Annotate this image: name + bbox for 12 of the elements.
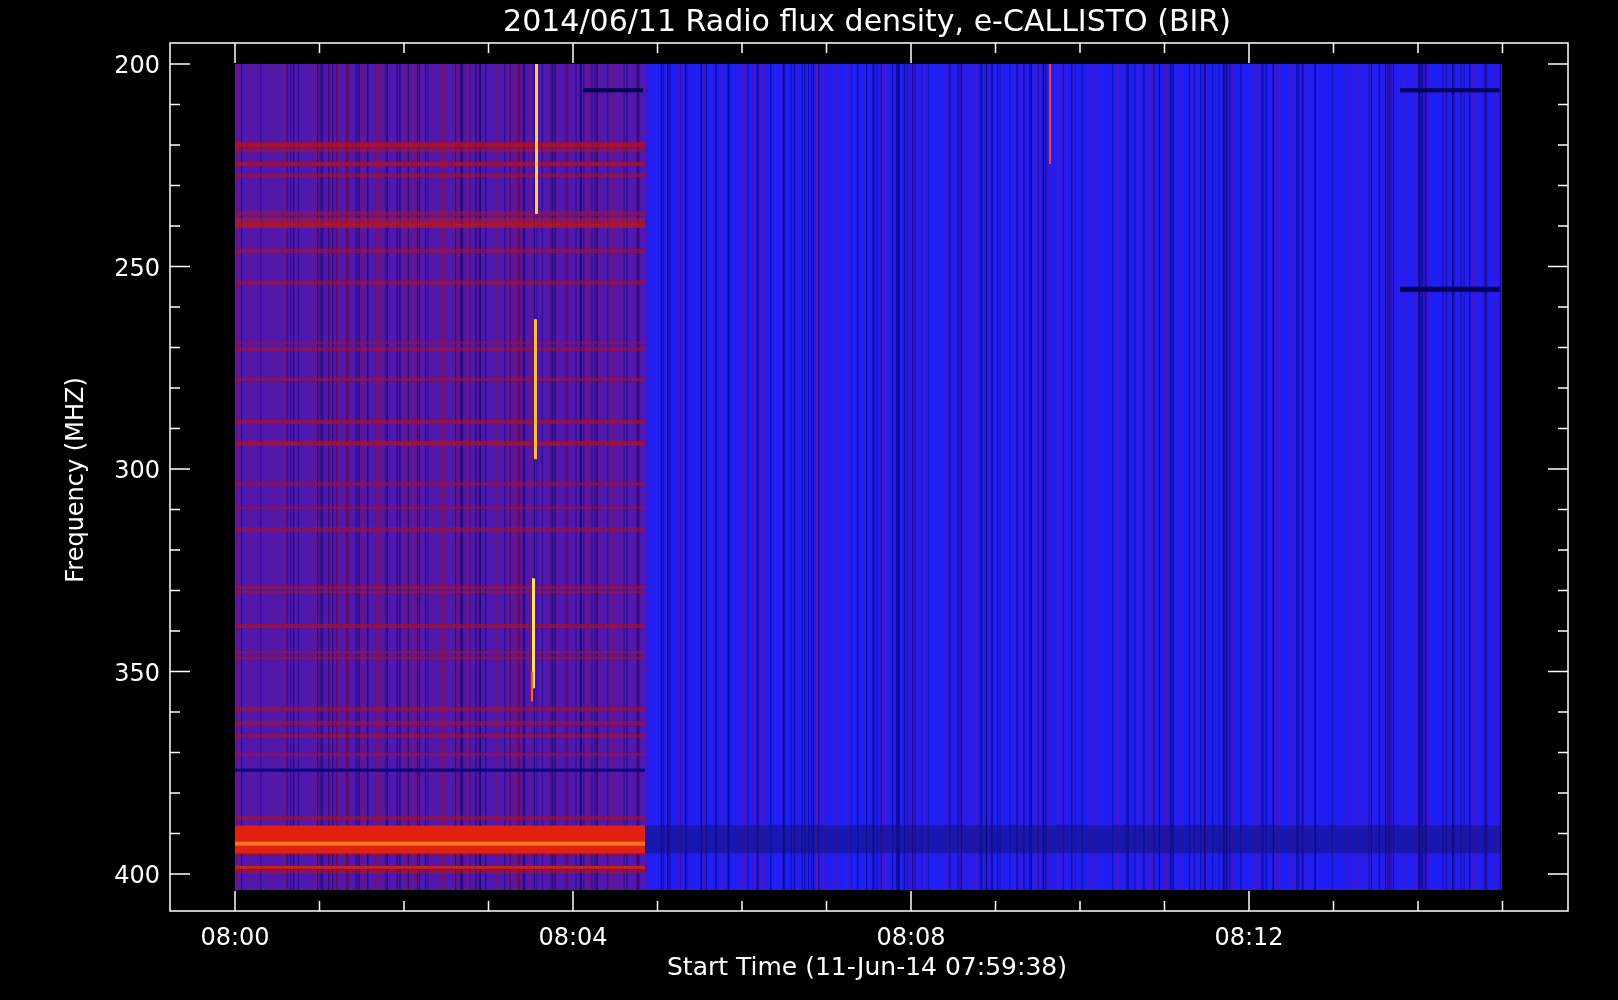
x-tick-label: 08:08 bbox=[876, 923, 946, 951]
y-tick-label: 200 bbox=[114, 51, 160, 79]
x-tick-label: 08:04 bbox=[538, 923, 608, 951]
chart-title: 2014/06/11 Radio flux density, e-CALLISTO (BIR) bbox=[503, 3, 1231, 38]
y-tick-label: 350 bbox=[114, 658, 160, 687]
y-tick-label: 400 bbox=[114, 861, 160, 889]
x-axis-label: Start Time (11-Jun-14 07:59:38) bbox=[667, 952, 1067, 981]
x-tick-label: 08:00 bbox=[200, 923, 270, 951]
y-axis-label: Frequency (MHZ) bbox=[61, 377, 89, 583]
y-tick-label: 250 bbox=[114, 253, 160, 282]
y-tick-label: 300 bbox=[114, 456, 160, 484]
x-tick-label: 08:12 bbox=[1214, 923, 1284, 951]
